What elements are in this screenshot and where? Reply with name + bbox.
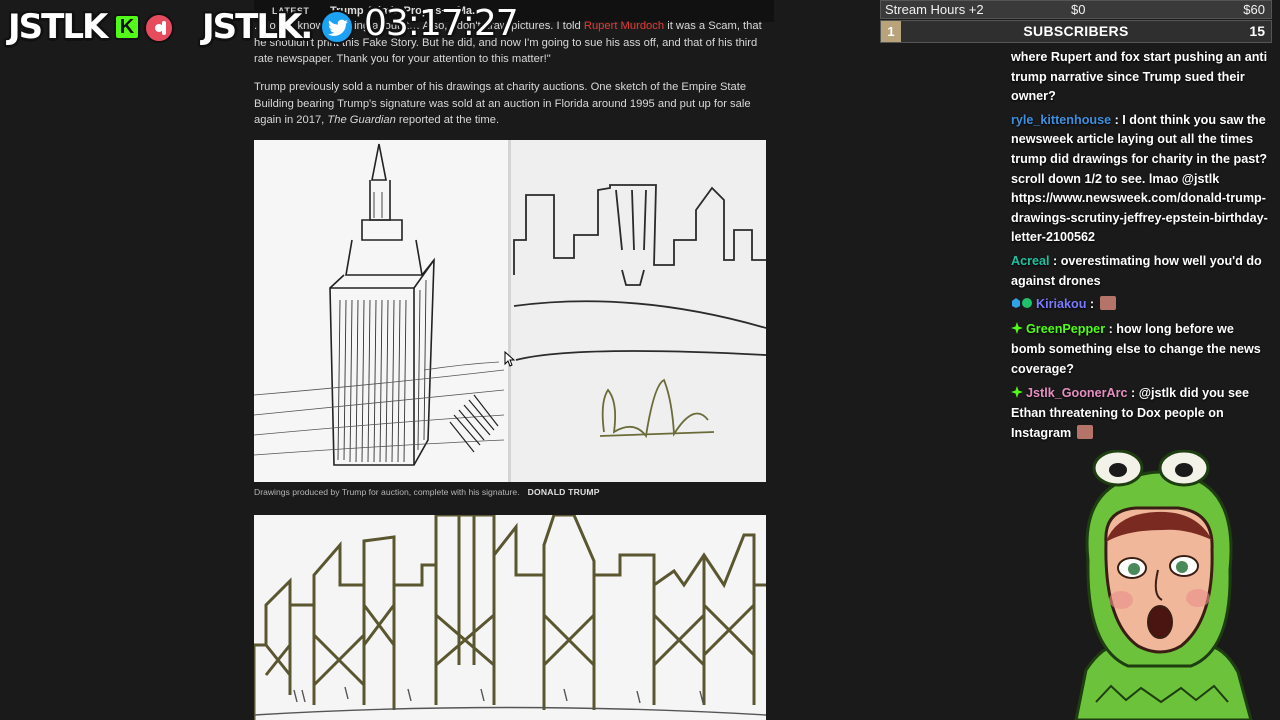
- chat-username: Acreal: [1011, 253, 1050, 268]
- goal-label: Stream Hours +2: [885, 2, 984, 17]
- emote-icon: [1099, 296, 1116, 311]
- streamer-avatar: [1066, 449, 1256, 720]
- chat-message: ryle_kittenhouse : I dont think you saw …: [1011, 112, 1268, 245]
- goal-current: $0: [1071, 2, 1086, 17]
- rupert-murdoch-link[interactable]: Rupert Murdoch: [584, 20, 664, 32]
- stream-hours-goal-bar: Stream Hours +2 $0 $60: [880, 0, 1272, 19]
- emote-icon: [1076, 424, 1093, 439]
- chat-text: where Rupert and fox start pushing an an…: [1011, 50, 1268, 104]
- twitter-icon: [320, 10, 354, 44]
- gifter-badge-icon: [1011, 321, 1023, 341]
- chat-username: GreenPepper: [1026, 321, 1106, 336]
- kick-icon: K: [114, 14, 140, 40]
- subscribers-index: 1: [881, 21, 901, 42]
- chat-message: where Rupert and fox start pushing an an…: [1008, 47, 1272, 108]
- subscribers-title: SUBSCRIBERS: [1023, 23, 1129, 39]
- caption-credit: DONALD TRUMP: [527, 487, 600, 497]
- chat-message: GreenPepper : how long before we bomb so…: [1011, 321, 1261, 376]
- streamer-logo-twitter: JSTLK.: [202, 7, 313, 47]
- chat-username: ryle_kittenhouse: [1011, 112, 1112, 127]
- subscribers-count: 15: [1249, 23, 1265, 39]
- image-caption: Drawings produced by Trump for auction, …: [254, 487, 600, 497]
- stream-uptime-clock: 03:17:27: [364, 3, 519, 44]
- paragraph-text: reported at the time.: [395, 114, 500, 126]
- sketch-drawings: [254, 140, 766, 482]
- skyline-sketch: [254, 515, 766, 720]
- publication-name: The Guardian: [327, 114, 396, 126]
- chat-username: Kiriakou: [1036, 297, 1087, 312]
- caption-text: Drawings produced by Trump for auction, …: [254, 487, 520, 497]
- diamond-badge-icon: [1011, 296, 1033, 316]
- chat-message: Kiriakou :: [1008, 294, 1272, 317]
- cursor-icon: [504, 350, 516, 372]
- chat-username: Jstlk_GoonerArc: [1026, 385, 1128, 400]
- subscribers-bar: SUBSCRIBERS 1 15: [880, 20, 1272, 43]
- streamer-logo-kick: JSTLK: [8, 7, 108, 47]
- skyline-drawing-image[interactable]: [254, 515, 766, 720]
- goal-target: $60: [1243, 2, 1265, 17]
- chat-message: Jstlk_GoonerArc : @jstlk did you see Eth…: [1011, 385, 1249, 440]
- drawings-image[interactable]: [254, 140, 766, 482]
- recording-icon: [144, 13, 174, 43]
- chat-message: Acreal : overestimating how well you'd d…: [1011, 253, 1262, 288]
- gifter-badge-icon: [1011, 385, 1023, 405]
- chat-overlay: where Rupert and fox start pushing an an…: [1008, 47, 1272, 446]
- article-paragraph-2: Trump previously sold a number of his dr…: [254, 79, 766, 129]
- chat-text: I dont think you saw the newsweek articl…: [1011, 112, 1268, 245]
